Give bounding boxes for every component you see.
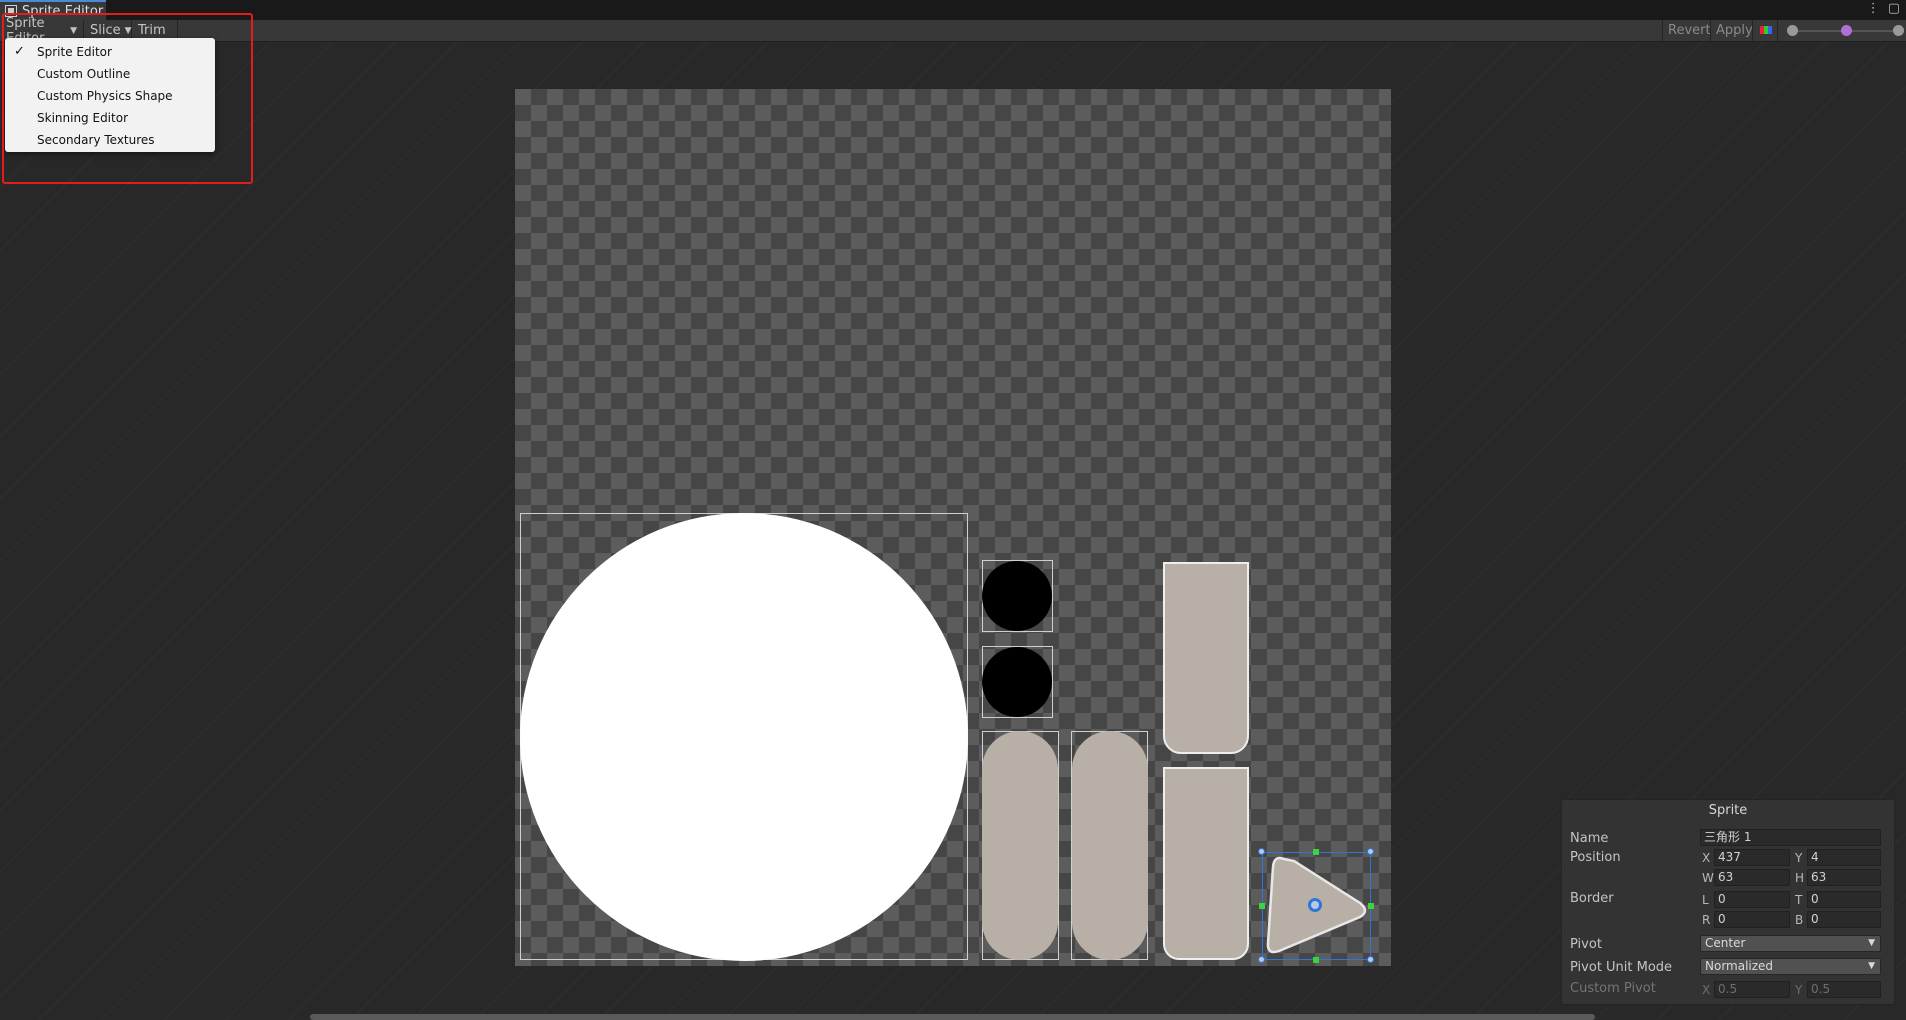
menu-item-label: Custom Outline (37, 67, 131, 81)
menu-item-custom-physics-shape[interactable]: Custom Physics Shape (5, 85, 215, 107)
menu-item-label: Secondary Textures (37, 133, 155, 147)
menu-item-label: Skinning Editor (37, 111, 128, 125)
position-label: Position (1570, 850, 1621, 865)
custom-pivot-y-field: 0.5 (1807, 981, 1881, 998)
sprite-properties-panel: Sprite Name 三角形 1 Position X 437 Y 4 W 6… (1561, 799, 1895, 1005)
h-label: H (1795, 871, 1805, 885)
revert-button-label: Revert (1668, 23, 1711, 38)
trim-button-label: Trim (138, 23, 166, 38)
l-label: L (1702, 893, 1709, 907)
mode-dropdown-menu: ✓ Sprite Editor Custom Outline Custom Ph… (5, 38, 215, 152)
sprite-rounded-rect-2[interactable] (1163, 767, 1249, 960)
maximize-icon[interactable]: ▢ (1888, 1, 1900, 16)
pivot-label: Pivot (1570, 937, 1602, 952)
pivot-dropdown[interactable]: Center ▼ (1700, 935, 1881, 952)
menu-item-skinning-editor[interactable]: Skinning Editor (5, 107, 215, 129)
menu-item-label: Custom Physics Shape (37, 89, 173, 103)
more-options-icon[interactable]: ⋮ (1867, 1, 1880, 16)
name-label: Name (1570, 831, 1609, 846)
pivot-unit-mode-dropdown[interactable]: Normalized ▼ (1700, 958, 1881, 975)
position-x-field[interactable]: 437 (1714, 849, 1790, 866)
apply-button[interactable]: Apply (1710, 20, 1753, 41)
mip-slider-handle[interactable] (1841, 25, 1852, 36)
custom-pivot-y-label: Y (1795, 983, 1803, 997)
menu-item-sprite-editor[interactable]: ✓ Sprite Editor (5, 41, 215, 63)
chevron-down-icon: ▼ (1868, 938, 1875, 948)
menu-item-custom-outline[interactable]: Custom Outline (5, 63, 215, 85)
r-label: R (1702, 913, 1711, 927)
border-left-field[interactable]: 0 (1714, 891, 1790, 908)
position-y-field[interactable]: 4 (1807, 849, 1881, 866)
chevron-down-icon: ▼ (124, 25, 132, 36)
b-label: B (1795, 913, 1804, 927)
apply-button-label: Apply (1716, 23, 1753, 38)
sprite-circle-large (520, 513, 968, 961)
color-channel-toggle[interactable] (1752, 20, 1778, 41)
border-handle-left[interactable] (1259, 903, 1265, 909)
sprite-dot-2 (982, 647, 1052, 717)
border-top-field[interactable]: 0 (1807, 891, 1881, 908)
mip-slider-end-handle[interactable] (1893, 25, 1904, 36)
pivot-handle[interactable] (1308, 898, 1322, 912)
pivot-unit-mode-label: Pivot Unit Mode (1570, 960, 1673, 975)
height-field[interactable]: 63 (1807, 869, 1881, 886)
chevron-down-icon: ▼ (1868, 961, 1875, 971)
custom-pivot-x-label: X (1702, 983, 1711, 997)
border-handle-bottom[interactable] (1313, 957, 1319, 963)
resize-handle-top-left[interactable] (1258, 848, 1265, 855)
custom-pivot-x-field: 0.5 (1714, 981, 1790, 998)
window-titlebar: Sprite Editor ⋮ ▢ (0, 0, 1906, 20)
sprite-dot-1 (982, 561, 1052, 631)
name-field[interactable]: 三角形 1 (1700, 829, 1881, 846)
border-bottom-field[interactable]: 0 (1807, 911, 1881, 928)
sprite-pill-2 (1072, 731, 1148, 960)
y-label: Y (1795, 851, 1803, 865)
border-handle-right[interactable] (1368, 903, 1374, 909)
chevron-down-icon: ▼ (70, 25, 77, 36)
pivot-dropdown-value: Center (1705, 936, 1746, 950)
t-label: T (1795, 893, 1803, 907)
resize-handle-bottom-right[interactable] (1367, 956, 1374, 963)
horizontal-scrollbar[interactable] (310, 1014, 1595, 1020)
slice-dropdown-label: Slice (90, 23, 121, 38)
width-field[interactable]: 63 (1714, 869, 1790, 886)
x-label: X (1702, 851, 1711, 865)
resize-handle-bottom-left[interactable] (1258, 956, 1265, 963)
sprite-pill-1 (982, 731, 1058, 960)
w-label: W (1702, 871, 1714, 885)
menu-item-label: Sprite Editor (37, 45, 112, 59)
editor-toolbar: Sprite Editor ▼ Slice ▼ Trim Revert Appl… (0, 16, 1906, 46)
menu-item-secondary-textures[interactable]: Secondary Textures (5, 129, 215, 151)
sprite-rounded-rect-1[interactable] (1163, 562, 1249, 754)
resize-handle-top-right[interactable] (1367, 848, 1374, 855)
panel-title: Sprite (1708, 803, 1748, 818)
custom-pivot-label: Custom Pivot (1570, 981, 1656, 996)
zoom-slider-handle[interactable] (1787, 25, 1798, 36)
border-handle-top[interactable] (1313, 849, 1319, 855)
window-controls: ⋮ ▢ (1867, 1, 1900, 16)
pivot-unit-mode-value: Normalized (1705, 959, 1774, 973)
border-label: Border (1570, 891, 1614, 906)
border-right-field[interactable]: 0 (1714, 911, 1790, 928)
revert-button[interactable]: Revert (1662, 20, 1711, 41)
checkmark-icon: ✓ (14, 44, 25, 59)
